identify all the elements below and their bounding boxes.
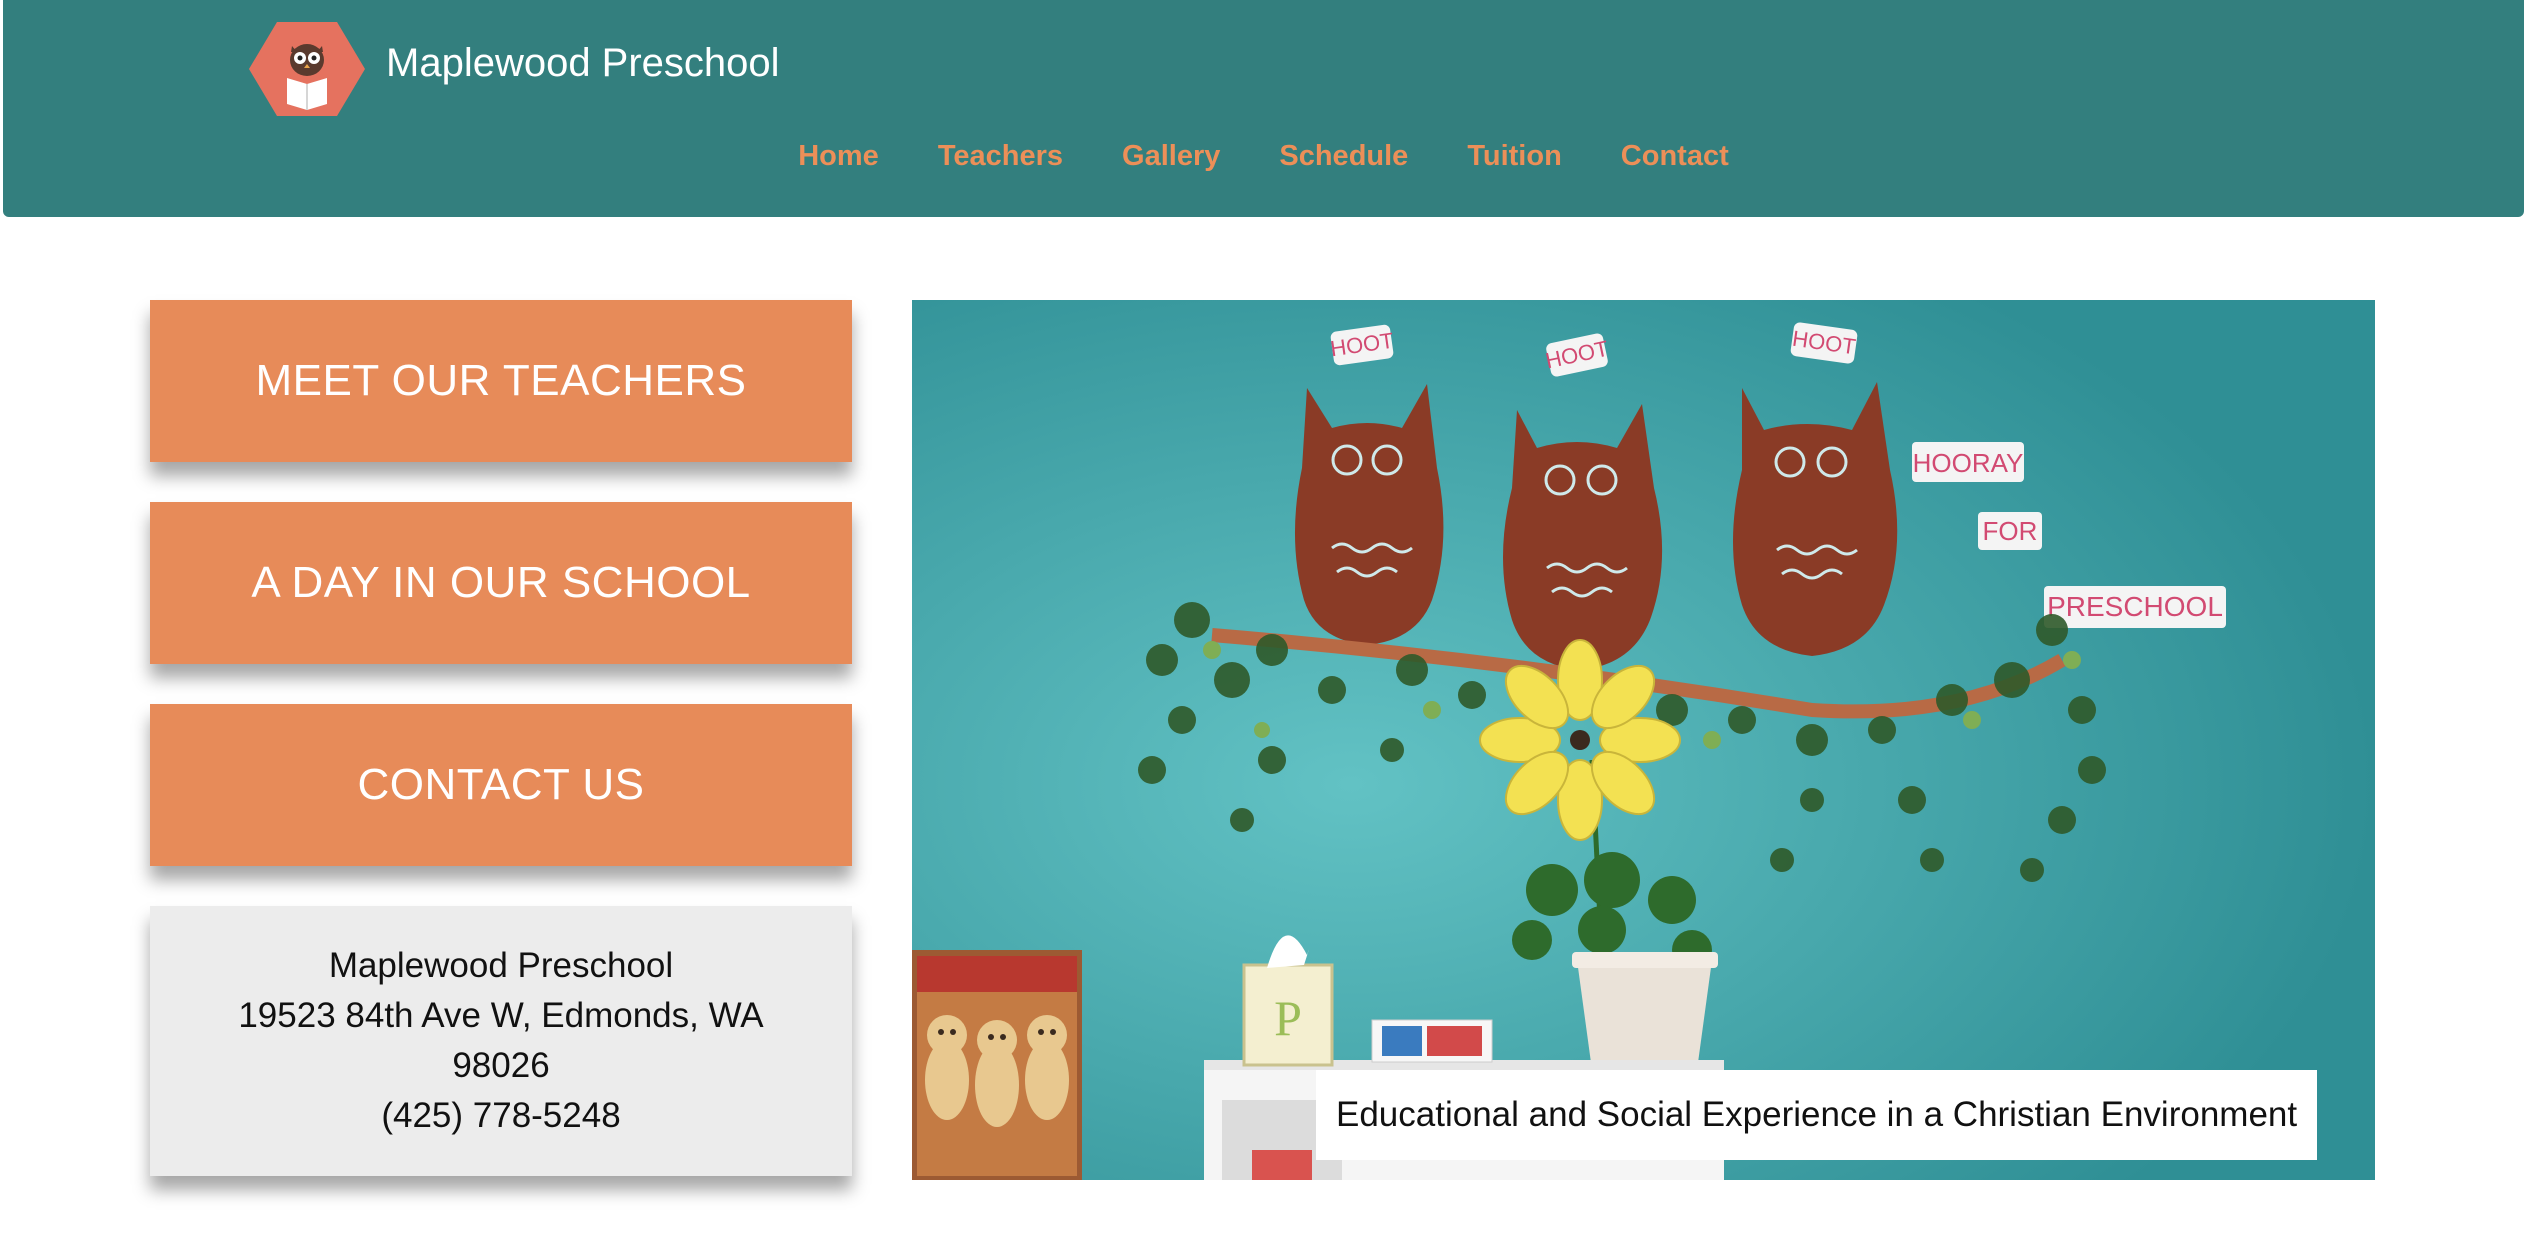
hero-caption: Educational and Social Experience in a C…: [1316, 1070, 2318, 1160]
classroom-owls-photo: HOOT HOOT HOOT HOORAY FOR PRESCHOOL P: [912, 300, 2375, 1180]
contact-us-button[interactable]: CONTACT US: [150, 704, 852, 866]
address-zip: 98026: [452, 1046, 550, 1085]
main-nav: Home Teachers Gallery Schedule Tuition C…: [3, 134, 2524, 178]
sign-for: FOR: [1983, 516, 2038, 546]
owl-cutout: [1294, 384, 1444, 645]
owl-logo-icon[interactable]: [247, 20, 367, 118]
nav-schedule[interactable]: Schedule: [1250, 134, 1438, 178]
puppies-poster: [912, 950, 1082, 1180]
hero-image: HOOT HOOT HOOT HOORAY FOR PRESCHOOL P Ed…: [912, 300, 2375, 1180]
address-school-name: Maplewood Preschool: [328, 946, 674, 985]
address-card: Maplewood Preschool 19523 84th Ave W, Ed…: [150, 906, 852, 1176]
site-header: Maplewood Preschool Home Teachers Galler…: [3, 0, 2524, 217]
nav-contact[interactable]: Contact: [1591, 134, 1758, 178]
a-day-in-our-school-button[interactable]: A DAY IN OUR SCHOOL: [150, 502, 852, 664]
brand-name[interactable]: Maplewood Preschool: [386, 38, 780, 88]
address-street: 19523 84th Ave W, Edmonds, WA: [238, 996, 764, 1035]
address-phone: (425) 778-5248: [381, 1096, 621, 1135]
nav-tuition[interactable]: Tuition: [1438, 134, 1591, 178]
sign-preschool: PRESCHOOL: [2047, 591, 2223, 622]
meet-our-teachers-button[interactable]: MEET OUR TEACHERS: [150, 300, 852, 462]
nav-teachers[interactable]: Teachers: [908, 134, 1092, 178]
owl-cutout: [1503, 404, 1663, 670]
nav-gallery[interactable]: Gallery: [1093, 134, 1250, 178]
nav-home[interactable]: Home: [769, 134, 909, 178]
tissue-box-letter: P: [1274, 990, 1302, 1046]
sign-hooray: HOORAY: [1913, 448, 2024, 478]
